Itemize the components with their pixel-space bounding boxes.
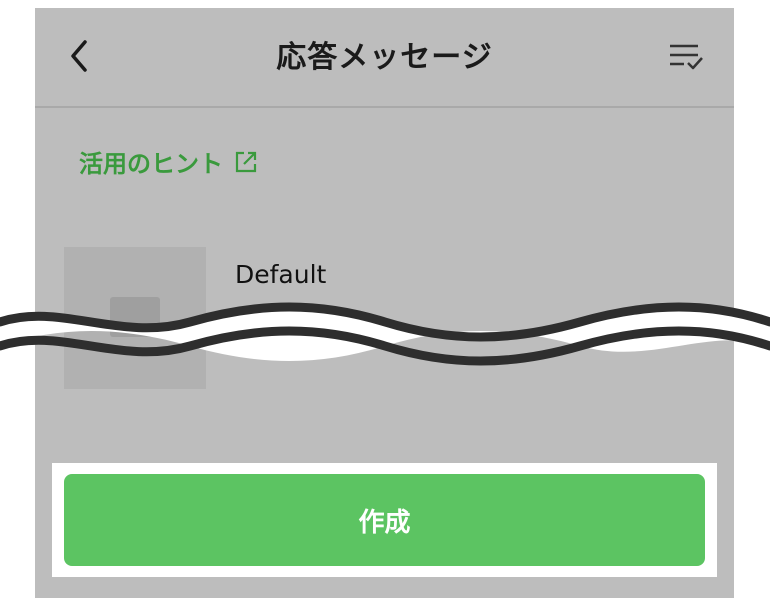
create-button[interactable]: 作成 [64, 474, 705, 566]
image-placeholder-icon [110, 297, 160, 337]
message-thumbnail[interactable] [64, 247, 206, 389]
message-subtitle: 一律応答 [235, 310, 324, 335]
page-title: 応答メッセージ [276, 40, 493, 75]
hint-link[interactable]: 活用のヒント [79, 144, 259, 179]
hint-link-label: 活用のヒント [79, 150, 223, 178]
message-title[interactable]: Default [235, 260, 326, 289]
list-check-icon[interactable] [668, 40, 704, 72]
app-screen: 応答メッセージ 活用のヒント Default 一律応答 作成 [35, 8, 734, 598]
header-bar: 応答メッセージ [35, 8, 734, 108]
external-link-icon [235, 151, 257, 172]
